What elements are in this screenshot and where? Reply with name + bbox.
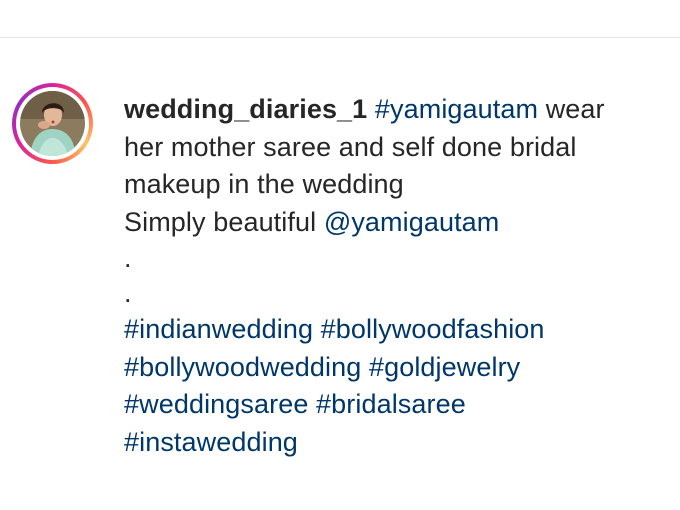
caption-line-2: her mother saree and self done bridal xyxy=(124,131,577,162)
caption-dot: . xyxy=(124,243,132,273)
hashtag-link[interactable]: #indianwedding xyxy=(124,314,313,344)
caption-dot: . xyxy=(124,278,132,308)
hashtag-line: #indianwedding #bollywoodfashion xyxy=(124,311,664,349)
caption-text: wear xyxy=(545,94,605,124)
hashtag-line: #weddingsaree #bridalsaree xyxy=(124,386,664,424)
caption-line-3: makeup in the wedding xyxy=(124,169,404,199)
hashtag-link[interactable]: #yamigautam xyxy=(375,94,538,124)
username-link[interactable]: wedding_diaries_1 xyxy=(124,94,367,124)
avatar-hand xyxy=(38,121,50,129)
story-ring[interactable] xyxy=(12,83,93,164)
avatar-gap xyxy=(16,87,89,160)
hashtag-link[interactable]: #bollywoodwedding xyxy=(124,352,361,382)
hashtag-line: #instawedding xyxy=(124,424,664,462)
caption-line-4: Simply beautiful @yamigautam xyxy=(124,204,664,242)
avatar[interactable] xyxy=(20,91,85,156)
avatar-lips xyxy=(51,120,55,124)
top-divider xyxy=(0,37,680,38)
post-caption: wedding_diaries_1 #yamigautam wear her m… xyxy=(124,91,664,461)
hashtag-link[interactable]: #instawedding xyxy=(124,427,298,457)
hashtag-link[interactable]: #weddingsaree xyxy=(124,389,308,419)
hashtag-link[interactable]: #goldjewelry xyxy=(369,352,520,382)
hashtag-link[interactable]: #bridalsaree xyxy=(316,389,466,419)
mention-link[interactable]: @yamigautam xyxy=(324,207,500,237)
hashtag-link[interactable]: #bollywoodfashion xyxy=(321,314,545,344)
hashtag-line: #bollywoodwedding #goldjewelry xyxy=(124,349,664,387)
caption-text: Simply beautiful xyxy=(124,206,317,237)
caption-line-1: wedding_diaries_1 #yamigautam wear xyxy=(124,91,664,129)
